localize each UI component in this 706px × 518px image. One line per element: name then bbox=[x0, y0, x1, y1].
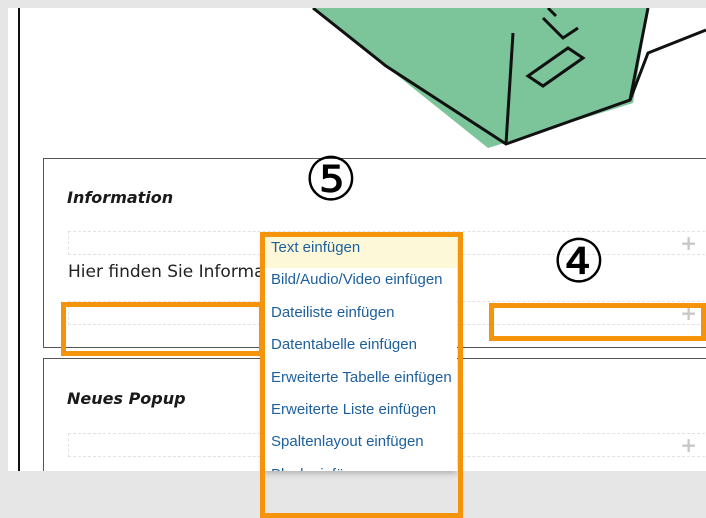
highlight-box-right-dropzone bbox=[489, 303, 706, 341]
highlight-box-left-dropzone bbox=[61, 302, 264, 356]
section-title: Neues Popup bbox=[67, 389, 186, 408]
plus-icon[interactable]: + bbox=[680, 433, 697, 457]
green-ballot-box-illustration bbox=[312, 8, 706, 148]
callout-number-four: ④ bbox=[552, 227, 606, 297]
callout-number-five: ⑤ bbox=[304, 145, 358, 215]
plus-icon[interactable]: + bbox=[680, 231, 697, 255]
highlight-box-menu bbox=[260, 232, 463, 518]
section-title: Information bbox=[67, 188, 174, 207]
